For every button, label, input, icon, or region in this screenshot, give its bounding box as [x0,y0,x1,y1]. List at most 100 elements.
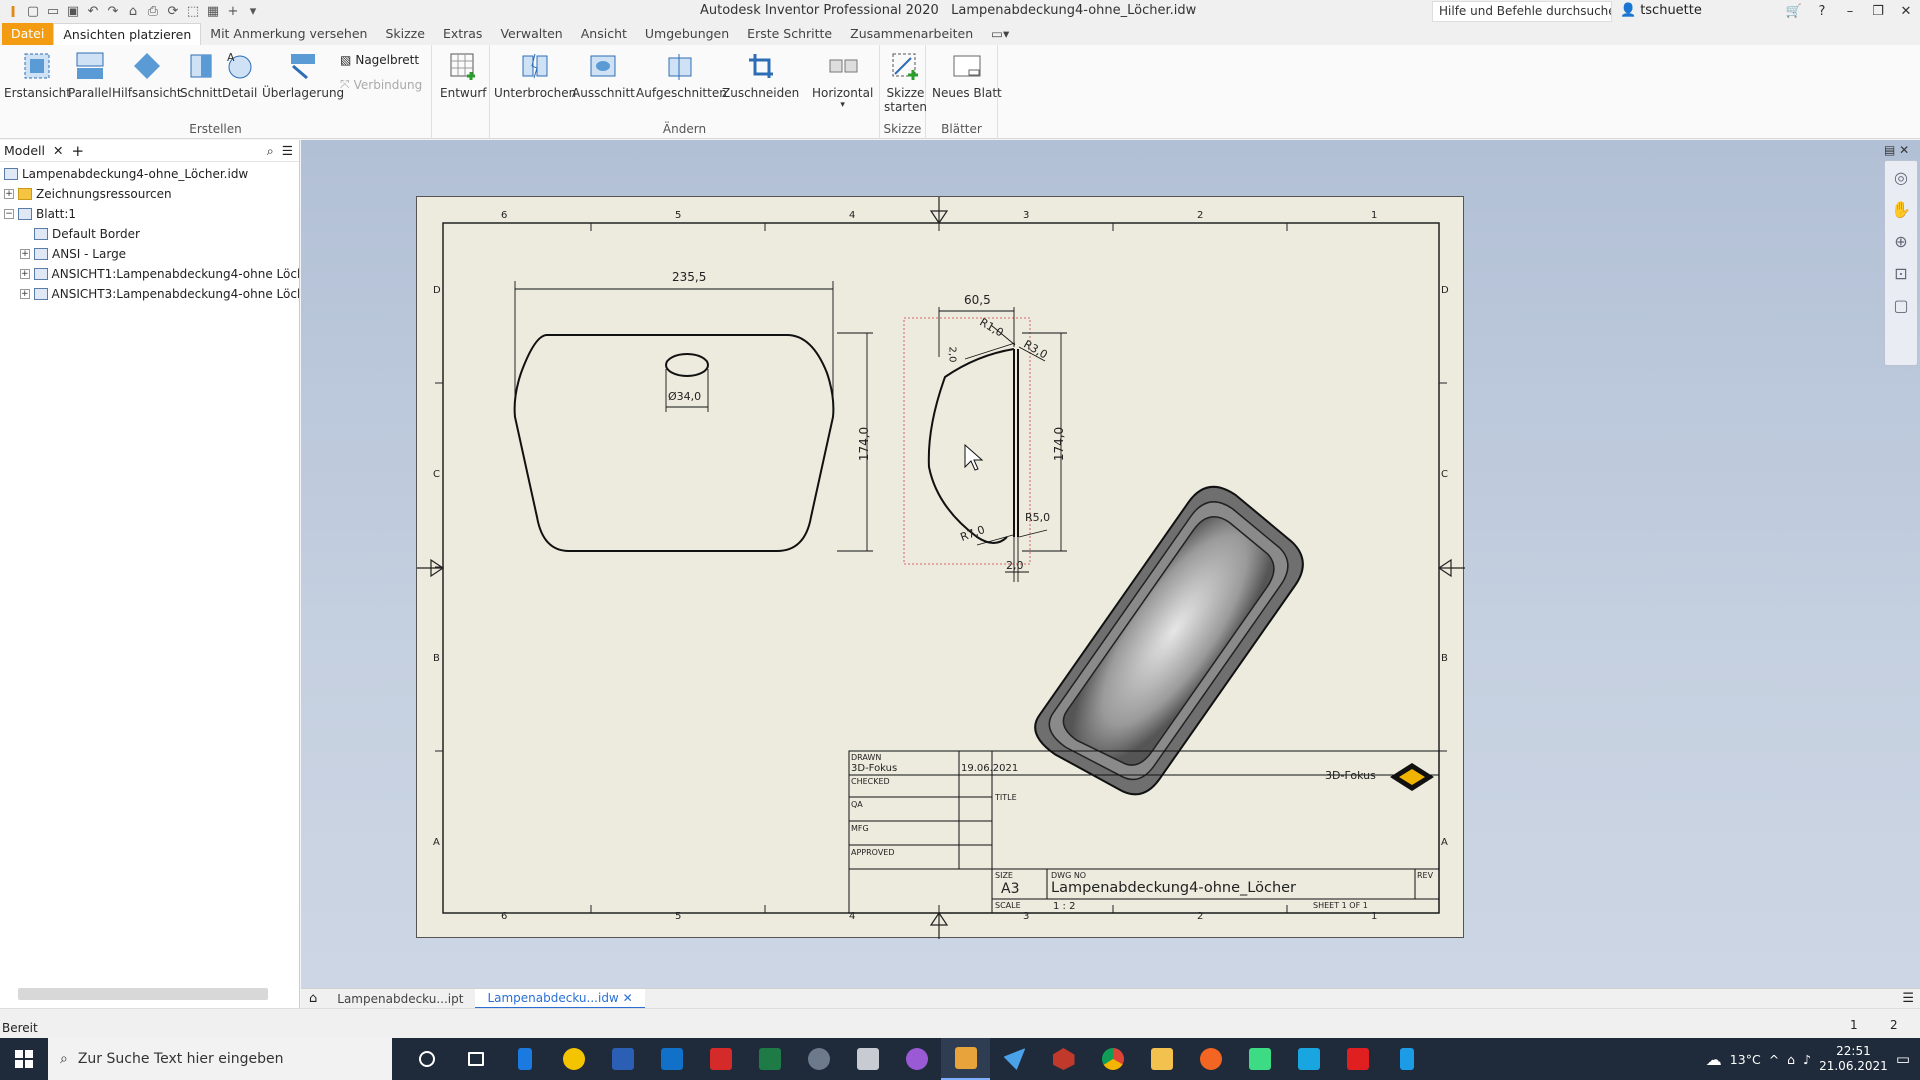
inventor-logo-icon[interactable]: I [4,3,22,21]
browser-horizontal-scrollbar[interactable] [18,988,268,1000]
app-qt-icon[interactable] [1333,1038,1382,1080]
tab-extras[interactable]: Extras [434,23,492,45]
notification-icon[interactable]: ▭ [1896,1050,1910,1068]
hilfsansicht-button[interactable]: Hilfsansicht [112,49,182,100]
schnitt-button[interactable]: Schnitt [180,49,222,100]
steering-wheel-icon[interactable]: ◎ [1885,161,1917,193]
customize-dropdown-icon[interactable]: ▾ [244,3,262,21]
ausschnitt-button[interactable]: Ausschnitt [572,49,635,100]
tree-node-document[interactable]: Lampenabdeckung4-ohne_Löcher.idw [0,164,299,184]
doc-tab-idw[interactable]: Lampenabdecku...idw ✕ [475,988,645,1009]
dim-height-side[interactable]: 174,0 [1052,427,1066,461]
detail-button[interactable]: A Detail [222,49,257,100]
cart-icon[interactable]: 🛒 [1780,0,1808,23]
undo-icon[interactable]: ↶ [84,3,102,21]
tree-node-resources[interactable]: + Zeichnungsressourcen [0,184,299,204]
expand-icon[interactable]: + [20,289,30,299]
app-search-red-icon[interactable] [696,1038,745,1080]
app-outlook-icon[interactable] [647,1038,696,1080]
app-c-icon[interactable] [1284,1038,1333,1080]
windows-start-icon[interactable] [0,1038,48,1080]
skizze-starten-button[interactable]: Skizze starten [884,49,927,114]
open-icon[interactable]: ▭ [44,3,62,21]
task-view-icon[interactable] [451,1038,500,1080]
pan-icon[interactable]: ✋ [1885,193,1917,225]
tree-node-view1[interactable]: + ANSICHT1:Lampenabdeckung4-ohne Löcher. [0,264,299,284]
tree-node-titleblock[interactable]: + ANSI - Large [0,244,299,264]
select-icon[interactable]: ⬚ [184,3,202,21]
browser-search-icon[interactable]: ⌕ [267,143,274,159]
app-cube-icon[interactable] [1039,1038,1088,1080]
expand-icon[interactable]: + [4,189,14,199]
minimize-icon[interactable]: – [1836,0,1864,23]
app-paperplane-icon[interactable] [990,1038,1039,1080]
browser-add-icon[interactable]: + [72,142,85,160]
taskbar-search-input[interactable]: ⌕ Zur Suche Text hier eingeben [48,1038,392,1080]
update-icon[interactable]: ⟳ [164,3,182,21]
dim-width[interactable]: 235,5 [672,270,706,284]
app-explorer-icon[interactable] [1137,1038,1186,1080]
save-icon[interactable]: ▣ [64,3,82,21]
ribbon-display-dropdown-icon[interactable]: ▭▾ [982,23,1018,45]
home-icon[interactable]: ⌂ [124,3,142,21]
aufgeschnitten-button[interactable]: Aufgeschnitten [636,49,727,100]
app-word-icon[interactable] [598,1038,647,1080]
expand-icon[interactable]: + [20,249,30,259]
collapse-icon[interactable]: − [4,209,14,219]
app-printer-icon[interactable] [843,1038,892,1080]
horizontal-button[interactable]: Horizontal ▾ [812,49,873,110]
nagelbrett-button[interactable]: ▧ Nagelbrett [340,53,419,67]
tree-node-view3[interactable]: + ANSICHT3:Lampenabdeckung4-ohne Löcher. [0,284,299,304]
tray-chevron-icon[interactable]: ^ [1769,1052,1779,1067]
material-icon[interactable]: ▦ [204,3,222,21]
app-firefox-icon[interactable] [892,1038,941,1080]
expand-icon[interactable]: + [20,269,30,279]
app-excel-icon[interactable] [745,1038,794,1080]
neues-blatt-button[interactable]: Neues Blatt [932,49,1002,100]
horizontal-dropdown-icon[interactable]: ▾ [840,100,845,110]
drawing-sheet[interactable]: 6 5 4 3 2 1 6 5 4 3 2 1 D C B A D C B A … [416,196,1465,939]
tray-network-icon[interactable]: ⌂ [1787,1052,1795,1067]
tree-node-border[interactable]: Default Border [0,224,299,244]
app-orange-icon[interactable] [1186,1038,1235,1080]
dim-thickness-top[interactable]: 2,0 [946,347,957,363]
dim-thickness-bottom[interactable]: 2,0 [1006,559,1024,572]
zoom-window-icon[interactable]: ⊡ [1885,257,1917,289]
tab-ansicht[interactable]: Ansicht [572,23,636,45]
cortana-icon[interactable] [402,1038,451,1080]
home-tab-icon[interactable]: ⌂ [301,991,325,1006]
dim-height-front[interactable]: 174,0 [857,427,871,461]
app-globe-icon[interactable] [794,1038,843,1080]
dim-side-width[interactable]: 60,5 [964,293,991,307]
tree-node-sheet[interactable]: − Blatt:1 [0,204,299,224]
zoom-all-icon[interactable]: ▢ [1885,289,1917,321]
tab-verwalten[interactable]: Verwalten [491,23,571,45]
weather-cloud-icon[interactable]: ☁ [1706,1050,1722,1069]
browser-tab-modell[interactable]: Modell [4,143,45,158]
tile-icon[interactable]: ▤ [1884,143,1895,157]
close-icon[interactable]: ✕ [1892,0,1920,23]
browser-close-icon[interactable]: ✕ [53,143,63,158]
dim-hole[interactable]: Ø34,0 [668,390,701,403]
user-account[interactable]: 👤 tschuette [1620,3,1702,18]
app-inventor-icon[interactable] [941,1038,990,1080]
new-file-icon[interactable]: ▢ [24,3,42,21]
unterbrochen-button[interactable]: Unterbrochen [494,49,576,100]
canvas-close-icon[interactable]: ✕ [1899,143,1909,157]
tray-volume-icon[interactable]: ♪ [1803,1052,1811,1067]
weather-temp[interactable]: 13°C [1730,1052,1761,1067]
browser-menu-icon[interactable]: ☰ [282,143,293,158]
app-norton-icon[interactable] [549,1038,598,1080]
help-search-input[interactable]: Hilfe und Befehle durchsuchen... [1432,1,1612,22]
print-icon[interactable]: ⎙ [144,3,162,21]
parallel-button[interactable]: Parallel [68,49,112,100]
erstansicht-button[interactable]: Erstansicht [4,49,71,100]
app-blue-icon[interactable] [1382,1038,1431,1080]
verbindung-button[interactable]: ⤧ Verbindung [340,77,422,92]
tray-clock[interactable]: 22:51 21.06.2021 [1819,1044,1888,1074]
tab-ansichten-platzieren[interactable]: Ansichten platzieren [53,23,202,45]
app-tablet-icon[interactable] [500,1038,549,1080]
zuschneiden-button[interactable]: Zuschneiden [722,49,799,100]
tab-datei[interactable]: Datei [2,23,54,45]
help-icon[interactable]: ? [1808,0,1836,23]
